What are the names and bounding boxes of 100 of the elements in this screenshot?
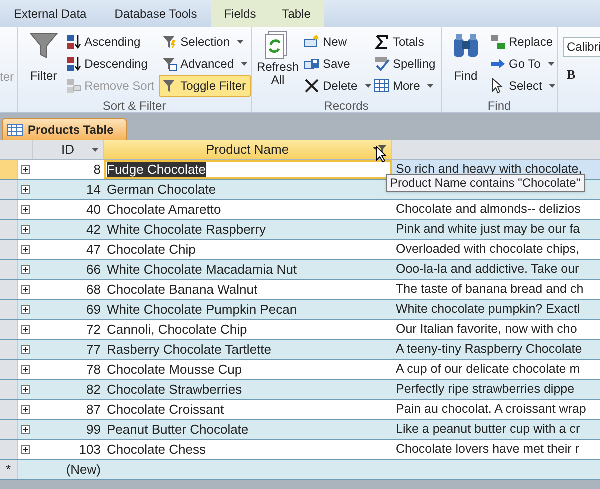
description-cell-text: Ooo-la-la and addictive. Take our <box>396 261 580 278</box>
tooltip: Product Name contains "Chocolate" <box>386 174 585 192</box>
description-cell-text: Perfectly ripe strawberries dippe <box>396 381 575 398</box>
replace-text-icon <box>490 34 506 50</box>
product-name-cell-text: Chocolate Strawberries <box>107 380 242 399</box>
spelling-check-icon <box>374 56 390 72</box>
id-cell-text: 8 <box>94 160 101 179</box>
record-button[interactable]: More <box>374 75 440 97</box>
expand-icon[interactable] <box>21 325 30 334</box>
sort-button[interactable]: Ascending <box>66 31 155 53</box>
table-row[interactable]: 72 Cannoli, Chocolate Chip Our Italian favorite, now with cho <box>0 320 600 340</box>
expand-icon[interactable] <box>21 285 30 294</box>
expand-icon[interactable] <box>21 205 30 214</box>
new-record-cell-text: (New) <box>66 460 101 479</box>
sort-button[interactable]: Descending <box>66 53 155 75</box>
id-cell-text: 82 <box>86 380 101 399</box>
id-cell-text: 42 <box>86 220 101 239</box>
description-cell-text: Pink and white just may be our fa <box>396 221 580 238</box>
eraser-sort-icon <box>66 78 82 94</box>
find-button[interactable]: Find <box>446 31 486 97</box>
caret-icon <box>92 148 99 152</box>
table-row[interactable]: 87 Chocolate Croissant Pain au chocolat. A croissant wrap <box>0 400 600 420</box>
find-option-button[interactable]: Select <box>490 75 556 97</box>
description-cell-text: Our Italian favorite, now with cho <box>396 321 578 338</box>
record-button[interactable]: New <box>304 31 370 53</box>
expand-icon[interactable] <box>21 225 30 234</box>
expand-icon[interactable] <box>21 305 30 314</box>
expand-icon[interactable] <box>21 245 30 254</box>
caret-icon <box>241 62 248 66</box>
record-button[interactable]: Save <box>304 53 370 75</box>
funnel-icon <box>162 34 178 50</box>
table-row[interactable]: 42 White Chocolate Raspberry Pink and white just may be our fa <box>0 220 600 240</box>
table-row[interactable]: 78 Chocolate Mousse Cup A cup of our delicate chocolate m <box>0 360 600 380</box>
id-cell-text: 68 <box>86 280 101 299</box>
find-option-button[interactable]: Go To <box>490 53 556 75</box>
filter-option-button[interactable]: Advanced <box>158 53 251 75</box>
product-name-cell-text: Chocolate Chess <box>107 440 206 459</box>
find-option-button[interactable]: Replace <box>490 31 556 53</box>
group-label: ter <box>0 68 14 86</box>
product-name-cell-text: Rasberry Chocolate Tartlette <box>107 340 272 359</box>
pointer-icon <box>490 78 506 94</box>
expand-icon[interactable] <box>21 425 30 434</box>
funnel-icon <box>28 31 59 61</box>
ribbon-tab[interactable]: Database Tools <box>100 0 212 27</box>
table-grid-icon <box>374 78 390 94</box>
expand-icon[interactable] <box>21 365 30 374</box>
table-row[interactable]: 99 Peanut Butter Chocolate Like a peanut butter cup with a cr <box>0 420 600 440</box>
product-name-cell-text: Peanut Butter Chocolate <box>107 420 249 439</box>
expand-icon[interactable] <box>21 165 30 174</box>
product-name-cell-text: Chocolate Banana Walnut <box>107 280 258 299</box>
expand-icon[interactable] <box>21 445 30 454</box>
right-arrow-icon <box>490 56 506 72</box>
expand-icon[interactable] <box>21 265 30 274</box>
expand-icon[interactable] <box>21 345 30 354</box>
id-cell-text: 78 <box>86 360 101 379</box>
product-name-cell-text: Chocolate Mousse Cup <box>107 360 242 379</box>
id-cell-text: 66 <box>86 260 101 279</box>
filter-button[interactable]: Filter <box>26 31 62 97</box>
ribbon-tab[interactable]: External Data <box>0 0 101 27</box>
filter-option-button[interactable]: Selection <box>158 31 251 53</box>
record-button[interactable]: Spelling <box>374 53 440 75</box>
font-name-field[interactable]: Calibri <box>563 37 600 57</box>
group-label: Sort & Filter <box>102 98 166 113</box>
table-row[interactable]: 66 White Chocolate Macadamia Nut Ooo-la-la and addictive. Take our <box>0 260 600 280</box>
description-cell-text: A cup of our delicate chocolate m <box>396 361 580 378</box>
bold-button[interactable]: B <box>567 65 583 84</box>
refresh-all-button[interactable]: Refresh All <box>256 31 300 97</box>
table-row[interactable]: 103 Chocolate Chess Chocolate lovers have met their r <box>0 440 600 460</box>
record-button[interactable]: Totals <box>374 31 440 53</box>
id-cell-text: 14 <box>86 180 101 199</box>
description-cell-text: Overloaded with chocolate chips, <box>396 241 580 258</box>
new-record-icon <box>304 34 320 50</box>
column-header[interactable]: Product Name <box>104 140 392 159</box>
expand-icon[interactable] <box>21 385 30 394</box>
caret-icon <box>549 84 556 88</box>
table-row[interactable]: 77 Rasberry Chocolate Tartlette A teeny-tiny Raspberry Chocolate <box>0 340 600 360</box>
table-row[interactable]: 40 Chocolate Amaretto Chocolate and almonds-- delizios <box>0 200 600 220</box>
id-cell-text: 99 <box>86 420 101 439</box>
expand-icon[interactable] <box>21 185 30 194</box>
caret-icon <box>427 84 434 88</box>
expand-icon[interactable] <box>21 405 30 414</box>
description-cell-text: A teeny-tiny Raspberry Chocolate <box>396 341 582 358</box>
new-record-marker: * <box>6 460 12 479</box>
description-cell-text: Like a peanut butter cup with a cr <box>396 421 580 438</box>
ribbon-tab[interactable]: Fields <box>211 0 270 27</box>
record-button[interactable]: Delete <box>304 75 370 97</box>
table-icon <box>7 124 23 136</box>
table-row[interactable]: 68 Chocolate Banana Walnut The taste of banana bread and ch <box>0 280 600 300</box>
table-row[interactable]: 82 Chocolate Strawberries Perfectly ripe strawberries dippe <box>0 380 600 400</box>
table-row[interactable]: 47 Chocolate Chip Overloaded with chocolate chips, <box>0 240 600 260</box>
delete-x-icon <box>304 78 320 94</box>
document-tab[interactable]: Products Table <box>2 118 127 140</box>
description-cell-text: White chocolate pumpkin? Exactl <box>396 301 580 318</box>
product-name-cell-text: Chocolate Croissant <box>107 400 224 419</box>
table-row[interactable]: 69 White Chocolate Pumpkin Pecan White chocolate pumpkin? Exactl <box>0 300 600 320</box>
filter-option-button[interactable]: Toggle Filter <box>158 75 251 97</box>
product-name-cell-text: Chocolate Chip <box>107 240 196 259</box>
group-label: Records <box>324 98 369 113</box>
funnel-icon <box>162 56 178 72</box>
ribbon-tab[interactable]: Table <box>269 0 324 27</box>
